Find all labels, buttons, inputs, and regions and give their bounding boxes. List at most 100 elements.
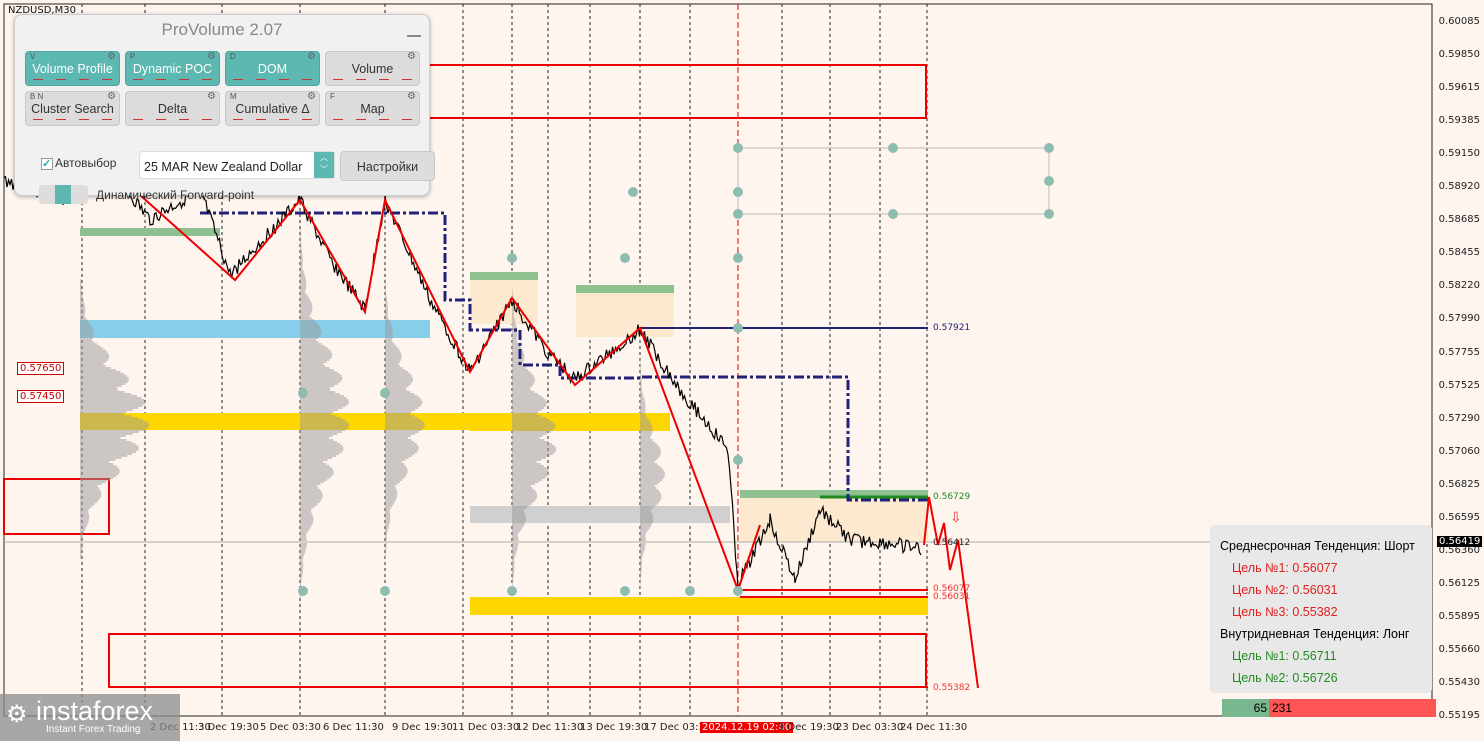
pivot-marker bbox=[1044, 143, 1054, 153]
gear-icon[interactable]: ⚙ bbox=[207, 91, 216, 102]
button-label: Cluster Search bbox=[31, 102, 114, 116]
hotkey-label: P bbox=[130, 52, 136, 61]
value-area-zone bbox=[80, 320, 430, 338]
tool-button-cumulative-[interactable]: M ⚙ Cumulative Δ bbox=[225, 91, 320, 126]
forward-point-label: Динамический Forward-point bbox=[96, 188, 255, 202]
tool-button-dynamic-poc[interactable]: P ⚙ Dynamic POC bbox=[125, 51, 220, 86]
level-label: 0.56412 bbox=[933, 538, 971, 548]
instrument-select[interactable]: 25 MAR New Zealand Dollar ︿ ﹀ bbox=[139, 151, 335, 179]
level-label: 0.56031 bbox=[933, 592, 971, 602]
indicator-dashes bbox=[330, 79, 415, 82]
time-tick: 6 Dec 11:30 bbox=[323, 722, 384, 733]
indicator-dashes bbox=[330, 119, 415, 122]
time-tick: 23 Dec 03:30 bbox=[836, 722, 904, 733]
gear-icon[interactable]: ⚙ bbox=[107, 91, 116, 102]
gear-icon[interactable]: ⚙ bbox=[207, 51, 216, 62]
spinner-icon[interactable]: ︿ ﹀ bbox=[314, 152, 334, 178]
support-zone bbox=[470, 597, 928, 615]
pivot-marker bbox=[733, 455, 743, 465]
pivot-marker bbox=[888, 143, 898, 153]
button-label: Dynamic POC bbox=[132, 62, 213, 76]
tool-button-cluster-search[interactable]: B N ⚙ Cluster Search bbox=[25, 91, 120, 126]
pivot-marker bbox=[1044, 209, 1054, 219]
price-tick: 0.57990 bbox=[1438, 313, 1480, 325]
level-box bbox=[3, 478, 110, 535]
time-tick: 13 Dec 19:30 bbox=[580, 722, 648, 733]
price-tick: 0.56595 bbox=[1438, 511, 1480, 523]
price-tick: 0.58685 bbox=[1438, 214, 1480, 226]
gear-icon[interactable]: ⚙ bbox=[307, 51, 316, 62]
pivot-marker bbox=[507, 253, 517, 263]
pivot-marker bbox=[628, 187, 638, 197]
pivot-marker bbox=[380, 388, 390, 398]
price-tick: 0.57290 bbox=[1438, 412, 1480, 424]
gear-icon[interactable]: ⚙ bbox=[407, 91, 416, 102]
pivot-marker bbox=[733, 187, 743, 197]
autoselect-checkbox[interactable]: ✓ Автовыбор bbox=[41, 156, 116, 170]
pivot-marker bbox=[733, 323, 743, 333]
pivot-marker bbox=[733, 143, 743, 153]
gear-icon[interactable]: ⚙ bbox=[307, 91, 316, 102]
settings-button[interactable]: Настройки bbox=[340, 151, 435, 181]
intra-target-2: Цель №2: 0.56726 bbox=[1232, 671, 1338, 685]
button-label: Volume bbox=[351, 62, 394, 76]
current-price-label: 0.56419 bbox=[1437, 536, 1483, 547]
price-tick: 0.59385 bbox=[1438, 115, 1480, 127]
logo-tagline: Instant Forex Trading bbox=[46, 724, 141, 735]
price-tick: 0.57060 bbox=[1438, 445, 1480, 457]
price-tick: 0.57525 bbox=[1438, 379, 1480, 391]
price-tick: 0.60085 bbox=[1438, 16, 1480, 27]
price-tick: 0.55430 bbox=[1438, 677, 1480, 688]
tool-button-volume-profile[interactable]: V ⚙ Volume Profile bbox=[25, 51, 120, 86]
indicator-dashes bbox=[130, 79, 215, 82]
hotkey-label: D bbox=[230, 52, 236, 61]
gear-icon[interactable]: ⚙ bbox=[107, 51, 116, 62]
price-tick: 0.58920 bbox=[1438, 181, 1480, 193]
price-tick: 0.55660 bbox=[1438, 643, 1480, 655]
price-tick: 0.57755 bbox=[1438, 346, 1480, 358]
indicator-dashes bbox=[30, 119, 115, 122]
mid-target-3: Цель №3: 0.55382 bbox=[1232, 605, 1338, 619]
sell-count: 231 bbox=[1272, 701, 1293, 715]
demand-zone bbox=[470, 272, 538, 280]
pivot-marker bbox=[298, 586, 308, 596]
trend-info-box: Среднесрочная Тенденция: Шорт Цель №1: 0… bbox=[1210, 525, 1432, 693]
price-tick: 0.56125 bbox=[1438, 577, 1480, 589]
buy-count: 65 bbox=[1222, 699, 1269, 717]
gear-icon[interactable]: ⚙ bbox=[407, 51, 416, 62]
price-tick: 0.55895 bbox=[1438, 610, 1480, 622]
indicator-dashes bbox=[230, 79, 315, 82]
tool-button-map[interactable]: F ⚙ Map bbox=[325, 91, 420, 126]
button-label: Delta bbox=[157, 102, 188, 116]
poc-zone bbox=[470, 506, 730, 523]
tool-button-volume[interactable]: ⚙ Volume bbox=[325, 51, 420, 86]
price-tick: 0.59850 bbox=[1438, 49, 1480, 61]
time-tick: 3 Dec 19:30 bbox=[198, 722, 259, 733]
tool-button-delta[interactable]: ⚙ Delta bbox=[125, 91, 220, 126]
pivot-marker bbox=[380, 586, 390, 596]
time-tick: 9 Dec 19:30 bbox=[392, 722, 453, 733]
forward-point-toggle[interactable] bbox=[39, 185, 88, 204]
buy-sell-ratio-bar: 65 231 bbox=[1222, 699, 1436, 717]
indicator-dashes bbox=[230, 119, 315, 122]
price-tick: 0.56825 bbox=[1438, 478, 1480, 490]
pivot-marker bbox=[888, 209, 898, 219]
pivot-marker bbox=[620, 253, 630, 263]
mid-target-1: Цель №1: 0.56077 bbox=[1232, 561, 1338, 575]
level-label: 0.55382 bbox=[933, 683, 971, 693]
button-label: DOM bbox=[257, 62, 288, 76]
demand-zone bbox=[80, 228, 220, 236]
time-tick: 24 Dec 11:30 bbox=[900, 722, 968, 733]
projection-box bbox=[737, 147, 1050, 215]
button-label: Volume Profile bbox=[32, 62, 113, 76]
tool-button-dom[interactable]: D ⚙ DOM bbox=[225, 51, 320, 86]
time-tick: 5 Dec 03:30 bbox=[260, 722, 321, 733]
pivot-marker bbox=[298, 388, 308, 398]
intraday-trend: Внутридневная Тенденция: Лонг bbox=[1220, 627, 1410, 641]
level-box-label: 0.57650 bbox=[17, 362, 65, 375]
minimize-button[interactable] bbox=[407, 35, 421, 37]
level-box-label: 0.57450 bbox=[17, 390, 65, 403]
down-arrow-icon: ⇩ bbox=[950, 509, 962, 525]
logo-name: instaforex bbox=[36, 696, 154, 726]
intra-target-1: Цель №1: 0.56711 bbox=[1232, 649, 1337, 663]
